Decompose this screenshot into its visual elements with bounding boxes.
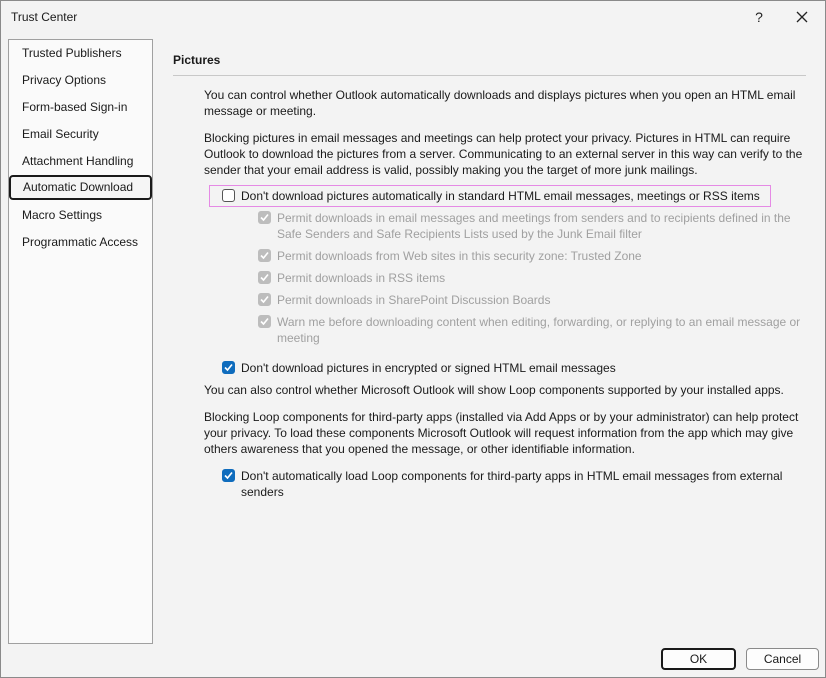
sidebar-nav: Trusted Publishers Privacy Options Form-… (8, 39, 153, 644)
checkmark-icon (260, 251, 269, 260)
permit-trusted-zone-checkbox (258, 249, 271, 262)
close-icon (796, 11, 808, 23)
permit-trusted-zone-label: Permit downloads from Web sites in this … (277, 249, 642, 263)
sidebar-item-macro-settings[interactable]: Macro Settings (10, 203, 151, 228)
permit-safe-senders-checkbox (258, 211, 271, 224)
warn-before-download-label-2: meeting (277, 331, 320, 345)
trust-center-dialog: Trust Center ? Trusted Publishers Privac… (0, 0, 826, 678)
checkmark-icon (224, 471, 233, 480)
permit-safe-senders-label: Permit downloads in email messages and m… (277, 211, 791, 225)
window-title: Trust Center (11, 10, 78, 24)
help-button[interactable]: ? (745, 5, 773, 29)
section-title: Pictures (173, 53, 221, 67)
permit-safe-senders-label-2: Safe Senders and Safe Recipients Lists u… (277, 227, 642, 241)
permit-sharepoint-checkbox (258, 293, 271, 306)
dont-download-checkbox[interactable] (222, 189, 235, 202)
title-bar: Trust Center ? (1, 1, 825, 33)
dont-download-label: Don't download pictures automatically in… (241, 189, 760, 203)
loop-components-label: Don't automatically load Loop components… (241, 469, 783, 483)
permit-trusted-zone-option: Permit downloads from Web sites in this … (258, 248, 642, 264)
loop-components-option[interactable]: Don't automatically load Loop components… (222, 468, 802, 500)
permit-rss-checkbox (258, 271, 271, 284)
permit-rss-label: Permit downloads in RSS items (277, 271, 446, 285)
encrypted-label: Don't download pictures in encrypted or … (241, 361, 616, 375)
permit-sharepoint-label: Permit downloads in SharePoint Discussio… (277, 293, 551, 307)
loop-intro-text: You can also control whether Microsoft O… (204, 383, 784, 397)
permit-rss-option: Permit downloads in RSS items (258, 270, 445, 286)
permit-sharepoint-option: Permit downloads in SharePoint Discussio… (258, 292, 550, 308)
encrypted-option[interactable]: Don't download pictures in encrypted or … (222, 360, 616, 376)
permit-safe-senders-option: Permit downloads in email messages and m… (258, 210, 808, 242)
sidebar-item-automatic-download[interactable]: Automatic Download (9, 175, 152, 200)
checkmark-icon (260, 273, 269, 282)
close-button[interactable] (787, 5, 817, 29)
sidebar-item-privacy-options[interactable]: Privacy Options (10, 68, 151, 93)
section-divider (173, 75, 806, 76)
cancel-button[interactable]: Cancel (746, 648, 819, 670)
checkmark-icon (260, 317, 269, 326)
encrypted-checkbox[interactable] (222, 361, 235, 374)
loop-blocking-text: Blocking Loop components for third-party… (204, 410, 799, 456)
loop-components-label-2: senders (241, 485, 284, 499)
sidebar-item-attachment-handling[interactable]: Attachment Handling (10, 149, 151, 174)
sidebar-item-programmatic-access[interactable]: Programmatic Access (10, 230, 151, 255)
sidebar-item-email-security[interactable]: Email Security (10, 122, 151, 147)
warn-before-download-checkbox (258, 315, 271, 328)
ok-button[interactable]: OK (661, 648, 736, 670)
blocking-text: Blocking pictures in email messages and … (204, 131, 803, 177)
dont-download-pictures-option[interactable]: Don't download pictures automatically in… (222, 188, 760, 204)
sidebar-item-trusted-publishers[interactable]: Trusted Publishers (10, 41, 151, 66)
checkmark-icon (260, 213, 269, 222)
checkmark-icon (224, 363, 233, 372)
loop-components-checkbox[interactable] (222, 469, 235, 482)
checkmark-icon (260, 295, 269, 304)
intro-text: You can control whether Outlook automati… (204, 88, 796, 118)
sidebar-item-form-based-sign-in[interactable]: Form-based Sign-in (10, 95, 151, 120)
warn-before-download-option: Warn me before downloading content when … (258, 314, 808, 346)
warn-before-download-label: Warn me before downloading content when … (277, 315, 801, 329)
